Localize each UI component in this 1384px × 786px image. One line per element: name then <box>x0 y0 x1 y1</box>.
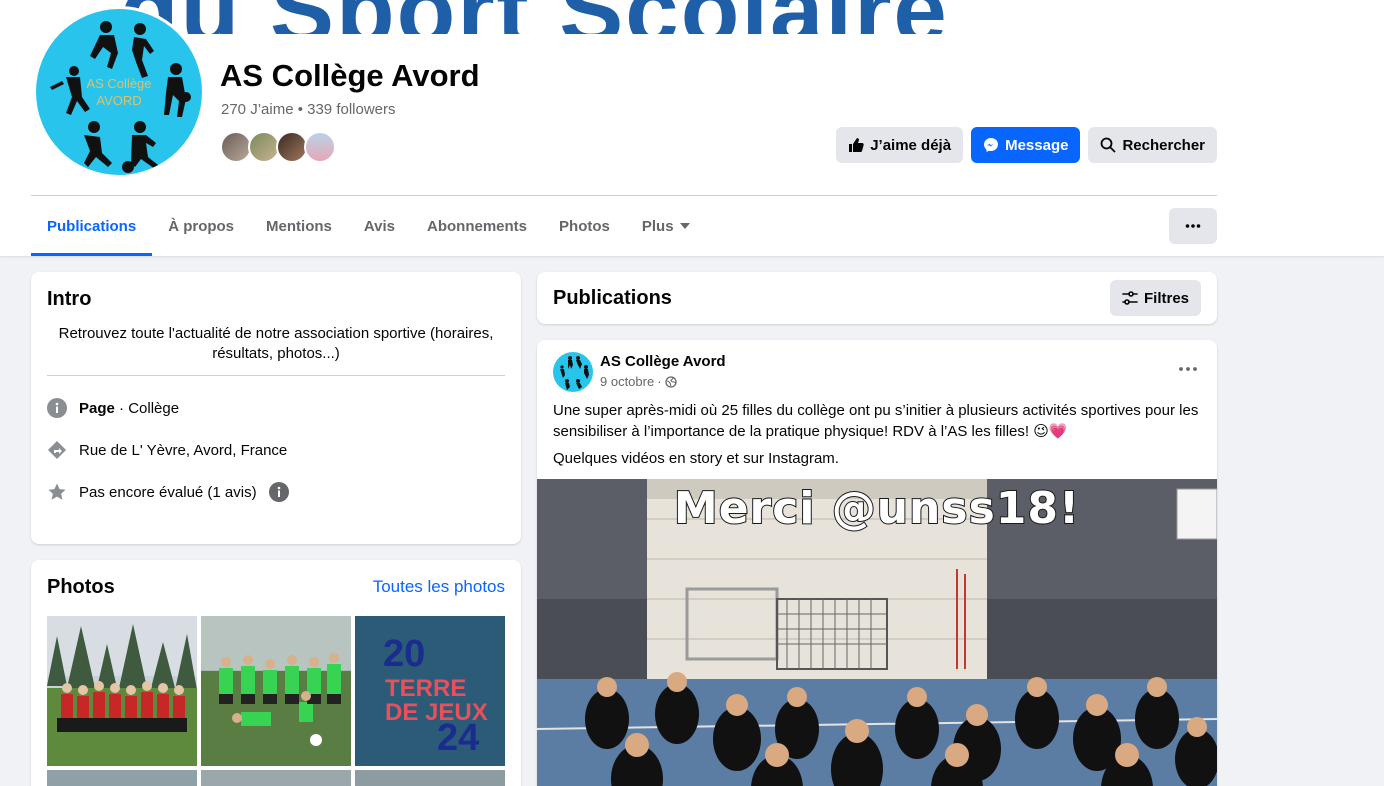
cover-fade <box>1100 0 1384 34</box>
tab-more[interactable]: Plus <box>626 196 706 256</box>
intro-rating: Pas encore évalué (1 avis) <box>47 482 289 502</box>
filter-button[interactable]: Filtres <box>1109 280 1201 316</box>
follower-avatars[interactable] <box>220 131 336 163</box>
photos-card: Photos Toutes les photos 20 TERRE DE JEU… <box>31 560 521 786</box>
avatar-image: AS Collège AVORD <box>36 9 202 175</box>
tab-label: Plus <box>641 217 674 235</box>
post-meta: 9 octobre · <box>600 374 677 389</box>
intro-divider <box>47 375 505 376</box>
post-paragraph: Quelques vidéos en story et sur Instagra… <box>553 450 839 467</box>
intro-bio: Retrouvez toute l'actualité de notre ass… <box>58 325 494 362</box>
filter-sliders-icon <box>1122 291 1138 305</box>
badge-year-bottom: 24 <box>437 717 479 759</box>
directions-icon <box>48 441 66 459</box>
thumbs-up-icon <box>849 138 864 152</box>
caret-down-icon <box>679 223 690 229</box>
tab-subscriptions[interactable]: Abonnements <box>411 196 543 256</box>
photo-thumbnail[interactable] <box>201 616 351 766</box>
page-label: Page <box>79 399 115 417</box>
tab-label: Mentions <box>266 217 332 235</box>
profile-avatar[interactable]: AS Collège AVORD <box>33 6 205 178</box>
page-actions: J’aime déjà Message Rechercher <box>836 127 1217 163</box>
post-author-name[interactable]: AS Collège Avord <box>600 353 726 370</box>
filter-label: Filtres <box>1143 289 1189 307</box>
tab-photos[interactable]: Photos <box>543 196 626 256</box>
intro-page-type: Page · Collège <box>47 398 179 418</box>
page-category: · Collège <box>114 399 180 417</box>
page-header: du Sport Scolaire AS Collège AVORD <box>0 0 1384 256</box>
ellipsis-icon <box>1185 224 1201 228</box>
like-button-label: J’aime déjà <box>870 136 952 154</box>
search-button[interactable]: Rechercher <box>1088 127 1217 163</box>
ellipsis-icon <box>1179 367 1197 371</box>
badge-year-top: 20 <box>383 633 425 675</box>
post-options-button[interactable] <box>1179 358 1197 376</box>
star-icon <box>48 483 66 500</box>
more-options-button[interactable] <box>1169 208 1217 244</box>
badge-text-1: TERRE <box>385 675 466 702</box>
photo-thumbnail[interactable] <box>47 770 197 786</box>
video-caption: Merci @unss18! <box>673 482 1081 535</box>
page-type-text: Page · Collège <box>79 400 179 417</box>
avatar-label: AS Collège AVORD <box>86 76 152 108</box>
info-icon <box>47 398 67 418</box>
tab-label: À propos <box>168 217 235 235</box>
globe-icon <box>664 375 677 388</box>
cover-photo[interactable]: du Sport Scolaire <box>0 0 1384 34</box>
follower-avatar[interactable] <box>304 131 336 163</box>
post-video[interactable]: Merci @unss18! <box>537 479 1217 786</box>
address-text: Rue de L' Yèvre, Avord, France <box>79 441 288 459</box>
meta-separator: · <box>657 374 662 389</box>
tab-label: Abonnements <box>427 217 528 235</box>
tab-about[interactable]: À propos <box>152 196 250 256</box>
post-date[interactable]: 9 octobre <box>600 374 654 389</box>
tab-label: Publications <box>47 217 137 235</box>
cover-text: du Sport Scolaire <box>120 0 949 34</box>
messenger-icon <box>984 138 999 152</box>
tab-publications[interactable]: Publications <box>31 196 153 256</box>
photo-thumbnail[interactable] <box>201 770 351 786</box>
athletes-silhouettes-icon <box>560 356 589 390</box>
search-button-label: Rechercher <box>1122 136 1205 154</box>
terre-de-jeux-logo: 20 TERRE DE JEUX 24 <box>355 616 505 766</box>
team-photo-image <box>47 616 197 766</box>
publications-title: Publications <box>553 287 672 309</box>
message-button-label: Message <box>1005 136 1069 154</box>
tab-reviews[interactable]: Avis <box>348 196 411 256</box>
post-paragraph: Une super après-midi où 25 filles du col… <box>553 402 1199 440</box>
info-icon[interactable] <box>268 482 289 502</box>
like-button[interactable]: J’aime déjà <box>836 127 964 163</box>
post-author-avatar[interactable] <box>553 352 593 392</box>
photos-title: Photos <box>47 576 115 598</box>
intro-address[interactable]: Rue de L' Yèvre, Avord, France <box>47 440 287 460</box>
page-title: AS Collège Avord <box>220 58 480 93</box>
photo-thumbnail[interactable] <box>355 770 505 786</box>
team-photo-image <box>201 616 351 766</box>
intro-title: Intro <box>47 288 92 310</box>
photo-thumbnail[interactable]: 20 TERRE DE JEUX 24 <box>355 616 505 766</box>
post-text: Une super après-midi où 25 filles du col… <box>553 400 1203 469</box>
publications-header: Publications Filtres <box>537 272 1217 324</box>
search-icon <box>1101 137 1116 153</box>
tab-mentions[interactable]: Mentions <box>250 196 348 256</box>
page-tabs: Publications À propos Mentions Avis Abon… <box>31 196 706 256</box>
message-button[interactable]: Message <box>971 127 1081 163</box>
intro-card: Intro Retrouvez toute l'actualité de not… <box>31 272 521 544</box>
tab-label: Photos <box>559 217 610 235</box>
tab-label: Avis <box>363 217 396 235</box>
post-card: AS Collège Avord 9 octobre · Une super a… <box>537 340 1217 786</box>
see-all-photos-link[interactable]: Toutes les photos <box>373 577 505 597</box>
photo-thumbnail[interactable] <box>47 616 197 766</box>
page-stats[interactable]: 270 J’aime • 339 followers <box>221 101 396 118</box>
rating-text: Pas encore évalué (1 avis) <box>79 483 257 501</box>
